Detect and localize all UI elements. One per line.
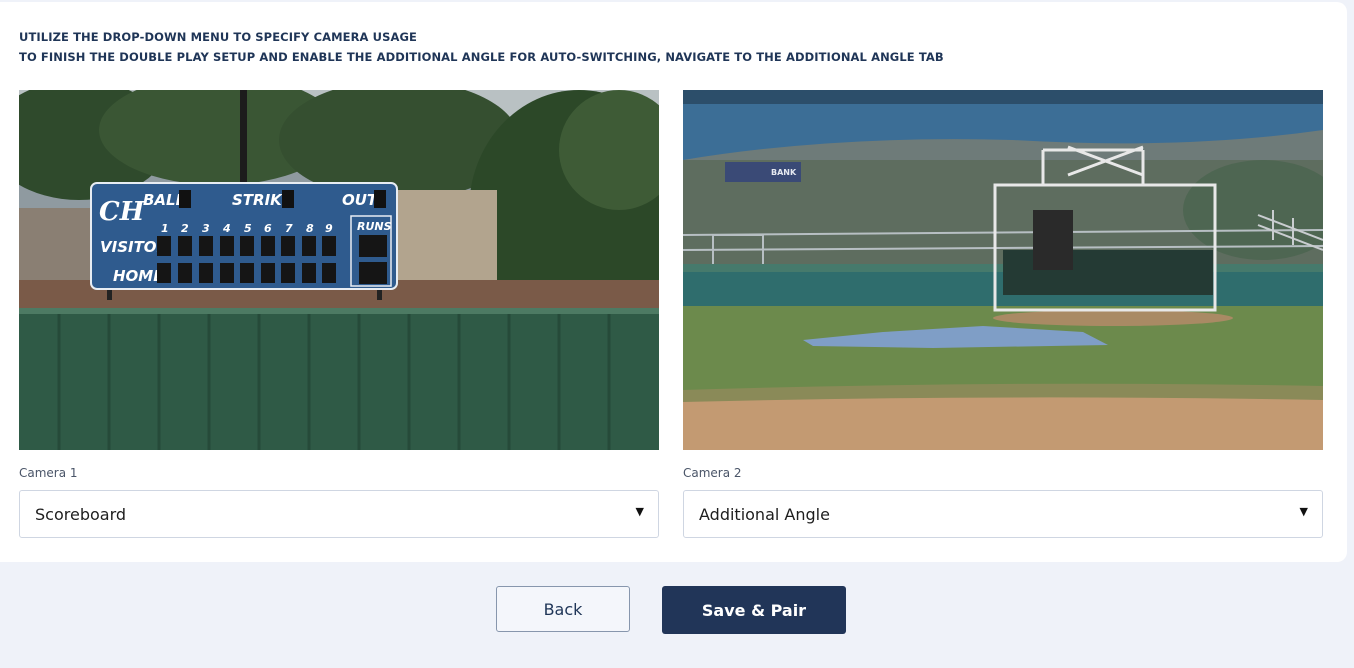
caret-down-icon: ▼ — [635, 505, 644, 518]
save-and-pair-button[interactable]: Save & Pair — [662, 586, 846, 634]
inning-9-label: 9 — [325, 222, 333, 235]
field-sign-text: BANK — [771, 168, 797, 177]
back-button[interactable]: Back — [496, 586, 630, 632]
camera-2-preview: BANK — [683, 90, 1323, 450]
camera-2-usage-select[interactable]: Additional Angle ▼ — [683, 490, 1323, 538]
camera-2-selected-value: Additional Angle — [699, 505, 830, 524]
instruction-line-2: TO FINISH THE DOUBLE PLAY SETUP AND ENAB… — [19, 50, 944, 64]
inning-6-label: 6 — [264, 222, 272, 235]
inning-2-label: 2 — [181, 222, 189, 235]
scoreboard-out-label: OUT — [342, 191, 379, 209]
inning-4-label: 4 — [222, 222, 231, 235]
scoreboard-home-label: HOME — [113, 267, 164, 285]
camera-2-label: Camera 2 — [683, 466, 742, 480]
camera-1-selected-value: Scoreboard — [35, 505, 127, 524]
inning-1-label: 1 — [161, 222, 169, 235]
camera-1-label: Camera 1 — [19, 466, 78, 480]
camera-1-preview: CH BALL STRIKE OUT 1 2 3 4 5 6 7 8 9 VIS… — [19, 90, 659, 450]
inning-7-label: 7 — [285, 222, 293, 235]
inning-3-label: 3 — [202, 222, 210, 235]
inning-5-label: 5 — [244, 222, 252, 235]
scoreboard-logo: CH — [99, 197, 146, 227]
camera-1-usage-select[interactable]: Scoreboard ▼ — [19, 490, 659, 538]
inning-8-label: 8 — [306, 222, 314, 235]
caret-down-icon: ▼ — [1299, 505, 1308, 518]
instruction-line-1: UTILIZE THE DROP-DOWN MENU TO SPECIFY CA… — [19, 30, 417, 44]
scoreboard-ball-label: BALL — [143, 191, 185, 209]
scoreboard-runs-label: RUNS — [357, 220, 392, 233]
